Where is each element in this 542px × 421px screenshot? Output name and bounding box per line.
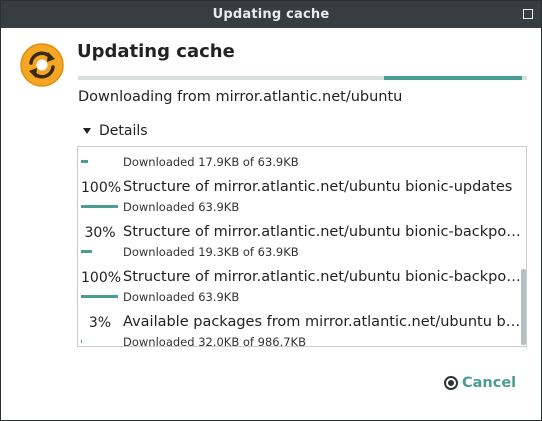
row-progress-fill: [81, 340, 83, 343]
row-progress-fill: [81, 205, 118, 208]
refresh-icon: [20, 43, 64, 87]
row-progress-bar: [81, 205, 118, 208]
overall-progress-bar: [78, 76, 527, 80]
row-progress-bar: [81, 160, 118, 163]
row-percent: 20%: [81, 147, 119, 151]
row-progress-bar: [81, 250, 118, 253]
row-subtitle: Downloaded 63.9KB: [123, 200, 240, 214]
row-progress-fill: [81, 160, 89, 163]
download-row: 100% Structure of mirror.atlantic.net/ubu…: [78, 259, 523, 304]
row-percent: 3%: [88, 315, 112, 331]
expand-triangle-icon: [83, 128, 91, 134]
details-expander[interactable]: Details: [83, 123, 148, 139]
row-title: Structure of mirror.atlantic.net/ubuntu …: [123, 269, 523, 285]
cancel-button[interactable]: Cancel: [444, 375, 516, 391]
row-percent: 30%: [84, 225, 116, 241]
row-percent: 100%: [81, 270, 122, 286]
row-progress-bar: [81, 295, 118, 298]
row-percent: 100%: [81, 180, 122, 196]
row-title: Structure of mirror.atlantic.net/ubuntu …: [123, 179, 513, 195]
download-row: 3% Available packages from mirror.atlanti…: [78, 304, 523, 347]
scrollbar[interactable]: [520, 147, 526, 346]
status-text: Downloading from mirror.atlantic.net/ubu…: [78, 89, 403, 105]
overall-progress-fill: [384, 76, 522, 80]
row-subtitle: Downloaded 32.0KB of 986.7KB: [123, 335, 306, 347]
details-label: Details: [99, 123, 148, 139]
row-progress-fill: [81, 295, 118, 298]
row-progress-bar: [81, 340, 118, 343]
row-subtitle: Downloaded 19.3KB of 63.9KB: [123, 245, 299, 259]
dialog-heading: Updating cache: [77, 41, 235, 62]
download-row: 20% Downloaded 17.9KB of 63.9KB: [78, 147, 518, 169]
scrollbar-thumb[interactable]: [521, 269, 526, 345]
row-subtitle: Downloaded 63.9KB: [123, 290, 240, 304]
window-title: Updating cache: [212, 7, 330, 22]
download-row: 100% Structure of mirror.atlantic.net/ubu…: [78, 169, 518, 214]
stop-icon: [444, 376, 458, 390]
update-dialog: Updating cache Updating cache Downloadin…: [0, 0, 542, 421]
download-list-items: 20%Downloaded 17.9KB of 63.9KB100%Struct…: [78, 147, 523, 347]
maximize-button[interactable]: [523, 9, 533, 19]
row-title: Available packages from mirror.atlantic.…: [123, 314, 523, 330]
download-list[interactable]: 20%Downloaded 17.9KB of 63.9KB100%Struct…: [77, 146, 527, 347]
row-title: Structure of mirror.atlantic.net/ubuntu …: [123, 224, 523, 240]
row-subtitle: Downloaded 17.9KB of 63.9KB: [123, 155, 299, 169]
title-bar[interactable]: Updating cache: [1, 1, 541, 28]
download-row: 30% Structure of mirror.atlantic.net/ubun…: [78, 214, 523, 259]
row-progress-fill: [81, 250, 93, 253]
cancel-label: Cancel: [462, 375, 517, 391]
